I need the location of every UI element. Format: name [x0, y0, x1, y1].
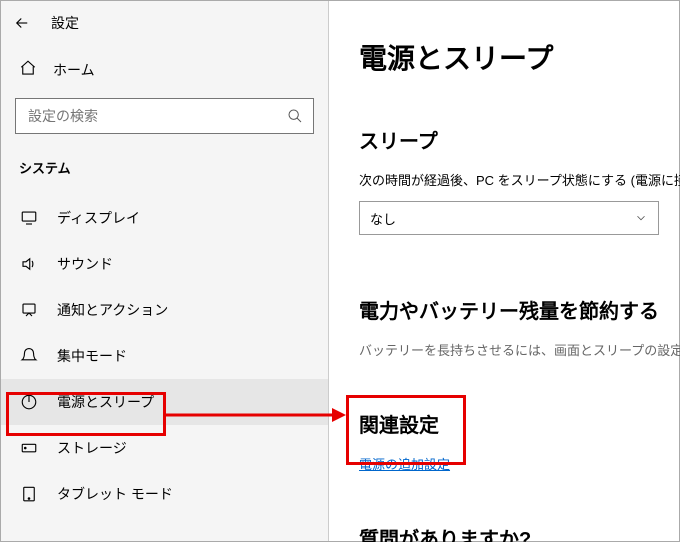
power-additional-link[interactable]: 電源の追加設定 [359, 454, 680, 473]
sound-icon [19, 255, 39, 273]
storage-icon [19, 439, 39, 457]
search-input[interactable] [16, 108, 277, 124]
sidebar-item-label: サウンド [57, 254, 113, 274]
display-icon [19, 209, 39, 227]
tablet-icon [19, 485, 39, 503]
related-heading: 関連設定 [359, 409, 680, 438]
sleep-select-value: なし [370, 209, 396, 228]
sleep-heading: スリープ [359, 125, 680, 154]
sidebar-item-label: 集中モード [57, 346, 127, 366]
chevron-down-icon [634, 211, 648, 225]
main-panel: 電源とスリープ スリープ 次の時間が経過後、PC をスリープ状態にする (電源に… [329, 1, 680, 541]
sidebar-item-label: 電源とスリープ [57, 392, 154, 412]
back-button[interactable] [13, 14, 31, 32]
page-title: 電源とスリープ [359, 37, 680, 77]
home-icon [19, 59, 37, 80]
related-section: 関連設定 電源の追加設定 [359, 409, 680, 473]
search-box[interactable] [15, 98, 314, 134]
sidebar-item-display[interactable]: ディスプレイ [1, 195, 328, 241]
search-icon [277, 108, 313, 124]
sidebar-item-tablet[interactable]: タブレット モード [1, 471, 328, 517]
sidebar: 設定 ホーム システム ディスプレイ [1, 1, 329, 541]
sidebar-nav: ディスプレイ サウンド 通知とアクション 集中モード [1, 195, 328, 517]
sidebar-item-notifications[interactable]: 通知とアクション [1, 287, 328, 333]
sidebar-item-label: ディスプレイ [57, 208, 140, 228]
sidebar-item-sound[interactable]: サウンド [1, 241, 328, 287]
settings-window: 設定 ホーム システム ディスプレイ [0, 0, 680, 542]
home-button[interactable]: ホーム [1, 45, 328, 94]
save-desc: バッテリーを長持ちさせるには、画面とスリープの設定で短い時間 [359, 340, 680, 359]
sidebar-header: 設定 [1, 1, 328, 45]
sleep-select[interactable]: なし [359, 201, 659, 235]
focus-icon [19, 347, 39, 365]
sidebar-item-power[interactable]: 電源とスリープ [1, 379, 328, 425]
sleep-label: 次の時間が経過後、PC をスリープ状態にする (電源に接続時) [359, 170, 680, 189]
window-title: 設定 [51, 13, 79, 33]
sidebar-item-label: タブレット モード [57, 484, 173, 504]
sidebar-item-label: 通知とアクション [57, 300, 168, 320]
sidebar-item-label: ストレージ [57, 438, 127, 458]
sidebar-item-focus[interactable]: 集中モード [1, 333, 328, 379]
power-icon [19, 393, 39, 411]
save-heading: 電力やバッテリー残量を節約する [359, 295, 680, 324]
notification-icon [19, 301, 39, 319]
category-title: システム [1, 150, 328, 195]
faq-heading: 質問がありますか? [359, 523, 680, 542]
home-label: ホーム [53, 60, 95, 80]
sidebar-item-storage[interactable]: ストレージ [1, 425, 328, 471]
